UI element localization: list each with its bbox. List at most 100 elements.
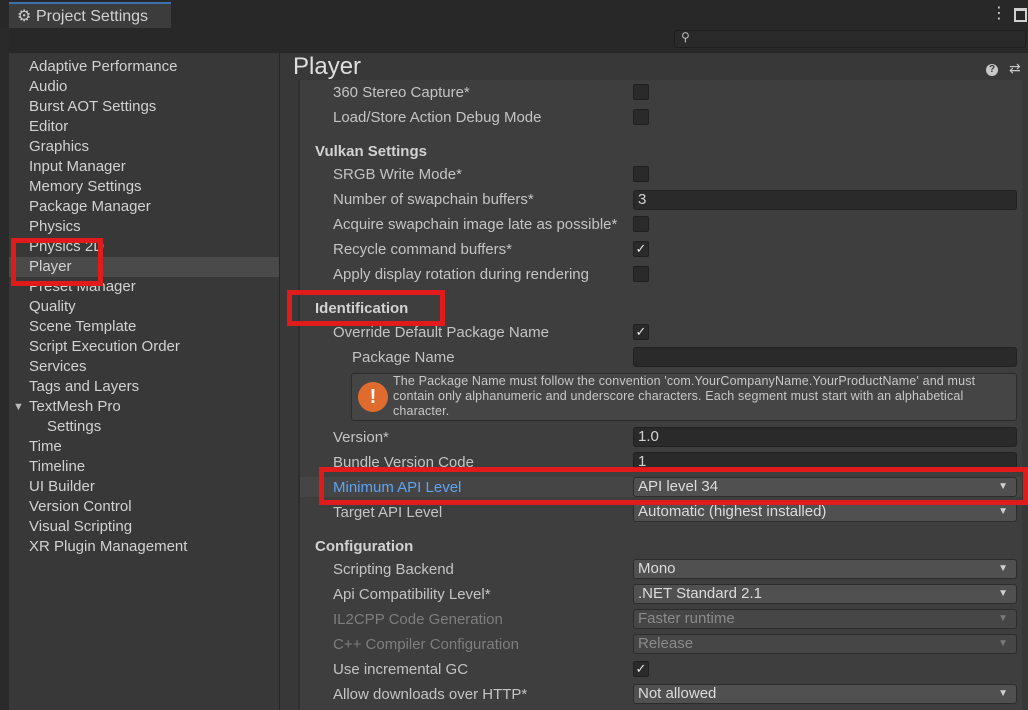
sidebar-item-label: Script Execution Order (29, 338, 180, 355)
more-options-icon[interactable]: ⋮ (991, 3, 1007, 23)
search-input[interactable] (695, 31, 1015, 47)
scripting-backend-dropdown[interactable]: Mono ▼ (633, 559, 1017, 579)
sidebar-item-label: Time (29, 438, 62, 455)
sidebar-item-timeline[interactable]: Timeline (9, 457, 279, 477)
annotation-box-identification (287, 290, 445, 326)
setting-label: Apply display rotation during rendering (333, 266, 589, 283)
setting-label: Package Name (352, 349, 455, 366)
gear-icon: ⚙ (17, 8, 32, 25)
dropdown-value: Mono (638, 560, 676, 577)
sidebar-item-label: Graphics (29, 138, 90, 155)
sidebar-item-script-execution-order[interactable]: Script Execution Order (9, 337, 279, 357)
package-name-field[interactable] (633, 347, 1017, 367)
sidebar-item-label: Package Manager (29, 198, 151, 215)
dropdown-value: Faster runtime (638, 610, 735, 627)
sidebar-item-label: Burst AOT Settings (29, 98, 157, 115)
preset-sliders-icon[interactable]: ⇄ (1009, 60, 1021, 77)
sidebar-item-label: TextMesh Pro (29, 398, 121, 415)
sidebar-item-tags-and-layers[interactable]: Tags and Layers (9, 377, 279, 397)
sidebar-item-label: Audio (29, 78, 68, 95)
sidebar-item-label: Settings (47, 418, 102, 435)
chevron-down-icon: ▼ (998, 506, 1008, 517)
api-compatibility-dropdown[interactable]: .NET Standard 2.1 ▼ (633, 584, 1017, 604)
search-icon: ⚲ (681, 30, 690, 44)
tab-title: Project Settings (36, 8, 149, 25)
chevron-down-icon: ▼ (998, 613, 1008, 624)
sidebar-item-package-manager[interactable]: Package Manager (9, 197, 279, 217)
annotation-box-minimum-api (319, 467, 1028, 505)
display-rotation-checkbox[interactable] (633, 266, 649, 282)
setting-label: Override Default Package Name (333, 324, 549, 341)
sidebar-item-label: XR Plugin Management (29, 538, 188, 555)
sidebar-item-label: Tags and Layers (29, 378, 140, 395)
sidebar-item-services[interactable]: Services (9, 357, 279, 377)
setting-label: Acquire swapchain image late as possible… (333, 216, 618, 233)
sidebar-item-label: Adaptive Performance (29, 58, 178, 75)
sidebar-item-textmesh-settings[interactable]: Settings (9, 417, 279, 437)
sidebar-item-scene-template[interactable]: Scene Template (9, 317, 279, 337)
inspector-scrollbar[interactable] (1022, 80, 1028, 710)
settings-sidebar: Adaptive Performance Audio Burst AOT Set… (9, 53, 280, 710)
acquire-late-checkbox[interactable] (633, 216, 649, 232)
sidebar-item-label: Timeline (29, 458, 86, 475)
il2cpp-code-generation-dropdown: Faster runtime ▼ (633, 609, 1017, 629)
http-downloads-dropdown[interactable]: Not allowed ▼ (633, 684, 1017, 704)
tab-project-settings[interactable]: ⚙ Project Settings (9, 2, 171, 28)
page-title: Player (293, 53, 362, 80)
sidebar-item-label: Quality (29, 298, 76, 315)
setting-label: SRGB Write Mode* (333, 166, 462, 183)
maximize-icon[interactable] (1014, 8, 1027, 22)
sidebar-item-label: Input Manager (29, 158, 126, 175)
sidebar-item-adaptive-performance[interactable]: Adaptive Performance (9, 57, 279, 77)
setting-label: Number of swapchain buffers* (333, 191, 534, 208)
dropdown-value: .NET Standard 2.1 (638, 585, 762, 602)
sidebar-item-editor[interactable]: Editor (9, 117, 279, 137)
override-package-checkbox[interactable]: ✓ (633, 324, 649, 340)
section-header-vulkan[interactable]: Vulkan Settings (315, 143, 427, 160)
setting-label: Api Compatibility Level* (333, 586, 491, 603)
sidebar-item-label: Memory Settings (29, 178, 142, 195)
annotation-box-player (11, 238, 103, 286)
sidebar-item-audio[interactable]: Audio (9, 77, 279, 97)
sidebar-item-input-manager[interactable]: Input Manager (9, 157, 279, 177)
help-icon[interactable]: ? (986, 64, 998, 76)
swapchain-buffers-field[interactable]: 3 (633, 190, 1017, 210)
stereo-capture-checkbox[interactable] (633, 84, 649, 100)
sidebar-item-textmesh-pro[interactable]: ▼ TextMesh Pro (9, 397, 279, 417)
version-field[interactable]: 1.0 (633, 427, 1017, 447)
search-field[interactable]: ⚲ (674, 30, 1026, 48)
recycle-buffers-checkbox[interactable]: ✓ (633, 241, 649, 257)
sidebar-item-physics[interactable]: Physics (9, 217, 279, 237)
sidebar-item-time[interactable]: Time (9, 437, 279, 457)
setting-label: C++ Compiler Configuration (333, 636, 519, 653)
setting-label: Allow downloads over HTTP* (333, 686, 528, 703)
incremental-gc-checkbox[interactable]: ✓ (633, 661, 649, 677)
sidebar-item-graphics[interactable]: Graphics (9, 137, 279, 157)
sidebar-item-visual-scripting[interactable]: Visual Scripting (9, 517, 279, 537)
sidebar-item-label: Version Control (29, 498, 132, 515)
sidebar-item-xr-plugin-management[interactable]: XR Plugin Management (9, 537, 279, 557)
sidebar-item-ui-builder[interactable]: UI Builder (9, 477, 279, 497)
chevron-down-icon: ▼ (998, 638, 1008, 649)
warning-icon: ! (358, 382, 388, 412)
setting-label: IL2CPP Code Generation (333, 611, 503, 628)
setting-label: 360 Stereo Capture* (333, 84, 470, 101)
sidebar-item-quality[interactable]: Quality (9, 297, 279, 317)
sidebar-item-version-control[interactable]: Version Control (9, 497, 279, 517)
chevron-down-icon: ▼ (998, 688, 1008, 699)
load-store-debug-checkbox[interactable] (633, 109, 649, 125)
section-header-configuration[interactable]: Configuration (315, 538, 413, 555)
sidebar-item-burst-aot[interactable]: Burst AOT Settings (9, 97, 279, 117)
sidebar-item-label: Scene Template (29, 318, 137, 335)
sidebar-item-label: Physics (29, 218, 81, 235)
dropdown-value: Release (638, 635, 694, 652)
sidebar-item-memory-settings[interactable]: Memory Settings (9, 177, 279, 197)
setting-label: Load/Store Action Debug Mode (333, 109, 542, 126)
sidebar-item-label: Visual Scripting (29, 518, 133, 535)
setting-label: Target API Level (333, 504, 443, 521)
background-window-edge (0, 28, 9, 710)
srgb-write-checkbox[interactable] (633, 166, 649, 182)
target-api-level-dropdown[interactable]: Automatic (highest installed) ▼ (633, 502, 1017, 522)
setting-label: Recycle command buffers* (333, 241, 512, 258)
expand-arrow-icon[interactable]: ▼ (13, 397, 24, 417)
